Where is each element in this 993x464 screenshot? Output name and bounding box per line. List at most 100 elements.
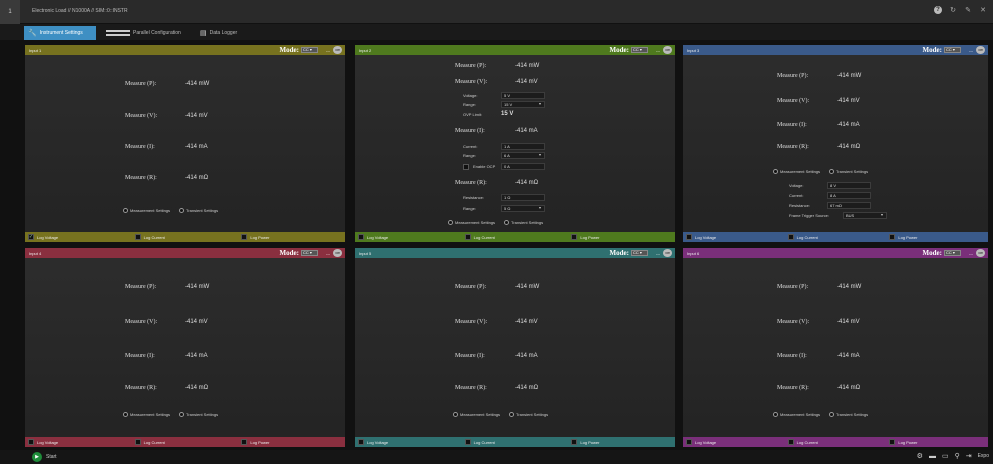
log-power-checkbox[interactable]: Log Power [238, 232, 345, 242]
checkbox-box [571, 234, 578, 240]
mode-select[interactable]: CC ▾ [301, 250, 318, 256]
setting-input[interactable]: 1 A [501, 143, 545, 150]
setting-row: Range: 5 Ω [463, 205, 545, 212]
power-toggle-button[interactable]: Off [976, 249, 985, 257]
setting-input[interactable]: 5 V [501, 92, 545, 99]
measurement-settings-radio[interactable]: Measurement Settings [123, 208, 170, 213]
help-icon[interactable]: ? [934, 6, 942, 14]
close-icon[interactable]: ✕ [979, 6, 987, 14]
log-label: Log Voltage [367, 234, 389, 240]
pin-icon[interactable]: ⚲ [955, 452, 960, 460]
log-power-checkbox[interactable]: Log Power [886, 232, 988, 242]
mode-select[interactable]: CC ▾ [944, 250, 961, 256]
log-voltage-checkbox[interactable]: Log Voltage [355, 437, 462, 447]
log-voltage-checkbox[interactable]: Log Voltage [25, 437, 132, 447]
checkbox-box [464, 439, 471, 445]
measurement-settings-radio[interactable]: Measurement Settings [453, 412, 500, 417]
open-folder-icon[interactable]: ▭ [942, 452, 949, 460]
export-label[interactable]: Expo [978, 453, 989, 459]
measurement-settings-radio[interactable]: Measurement Settings [773, 412, 820, 417]
log-power-checkbox[interactable]: Log Power [886, 437, 988, 447]
measure-label: Measure (I): [777, 353, 807, 359]
setting-label: Range: [463, 153, 476, 158]
tab-instrument-settings[interactable]: 🔧 Instrument Settings [24, 26, 96, 40]
measure-row: Measure (V): -414 mV [455, 319, 538, 325]
transient-settings-radio[interactable]: Transient Settings [504, 220, 543, 225]
measure-value: -414 mV [185, 319, 208, 325]
measure-label: Measure (R): [455, 385, 487, 391]
transient-settings-radio[interactable]: Transient Settings [179, 208, 218, 213]
radio-label: Transient Settings [836, 412, 869, 417]
save-icon[interactable]: ▬ [929, 453, 936, 460]
mode-select[interactable]: CC ▾ [301, 47, 318, 53]
panel-title: Input 2 [359, 47, 372, 53]
setting-row: Enable OCP 0 A [463, 163, 545, 170]
radio-label: Transient Settings [511, 220, 544, 225]
measure-row: Measure (I): -414 mA [125, 144, 208, 150]
measure-label: Measure (P): [777, 73, 809, 79]
power-toggle-button[interactable]: Off [976, 46, 985, 54]
measure-value: -414 mΩ [837, 144, 861, 150]
range-select[interactable]: 5 Ω [501, 205, 545, 212]
edit-icon[interactable]: ✎ [964, 6, 972, 14]
setting-input[interactable]: 8 V [827, 182, 871, 189]
transient-settings-radio[interactable]: Transient Settings [829, 412, 868, 417]
log-current-checkbox[interactable]: Log Current [785, 437, 887, 447]
log-current-checkbox[interactable]: Log Current [132, 232, 239, 242]
cable-icon [106, 30, 130, 36]
measure-row: Measure (V): -414 mV [455, 79, 538, 85]
log-voltage-checkbox[interactable]: Log Voltage [683, 437, 785, 447]
measurement-settings-radio[interactable]: Measurement Settings [773, 169, 820, 174]
log-current-checkbox[interactable]: Log Current [462, 437, 569, 447]
radio-dot [773, 169, 778, 174]
log-power-checkbox[interactable]: Log Power [568, 437, 675, 447]
mode-dash: --- [326, 250, 330, 256]
log-voltage-checkbox[interactable]: Log Voltage [355, 232, 462, 242]
setting-row: Current: 8 A [789, 192, 871, 199]
range-select[interactable]: 6 A [501, 152, 545, 159]
panel-title: Input 5 [359, 250, 372, 256]
measure-row: Measure (I): -414 mA [777, 353, 860, 359]
setting-input[interactable]: 1 Ω [501, 194, 545, 201]
checkbox-box [787, 439, 794, 445]
power-toggle-button[interactable]: Off [663, 249, 672, 257]
setting-input[interactable]: 0 A [501, 163, 545, 170]
tab-parallel-configuration[interactable]: Parallel Configuration [102, 26, 192, 40]
log-current-checkbox[interactable]: Log Current [785, 232, 887, 242]
transient-settings-radio[interactable]: Transient Settings [179, 412, 218, 417]
panel-title: Input 6 [687, 250, 700, 256]
log-voltage-checkbox[interactable]: Log Voltage [683, 232, 785, 242]
settings-icon[interactable]: ⚙ [917, 452, 923, 460]
mode-select[interactable]: CC ▾ [631, 250, 648, 256]
measure-label: Measure (V): [125, 319, 158, 325]
transient-settings-radio[interactable]: Transient Settings [829, 169, 868, 174]
measurement-settings-radio[interactable]: Measurement Settings [448, 220, 495, 225]
mode-select[interactable]: CC ▾ [631, 47, 648, 53]
tab-data-logger[interactable]: ▤ Data Logger [196, 26, 256, 40]
log-current-checkbox[interactable]: Log Current [462, 232, 569, 242]
setting-input[interactable]: 67 mΩ [827, 202, 871, 209]
power-toggle-button[interactable]: Off [333, 249, 342, 257]
measure-label: Measure (R): [777, 144, 809, 150]
log-power-checkbox[interactable]: Log Power [568, 232, 675, 242]
measurement-settings-radio[interactable]: Measurement Settings [123, 412, 170, 417]
range-select[interactable]: 15 V [501, 101, 545, 108]
refresh-icon[interactable]: ↻ [949, 6, 957, 14]
measure-label: Measure (I): [777, 122, 807, 128]
radio-label: Measurement Settings [455, 220, 496, 225]
transient-settings-radio[interactable]: Transient Settings [509, 412, 548, 417]
setting-input[interactable]: 8 A [827, 192, 871, 199]
mode-select[interactable]: CC ▾ [944, 47, 961, 53]
measure-value: -414 mW [837, 73, 862, 79]
range-select[interactable]: BUS [843, 212, 887, 219]
ocp-checkbox[interactable] [463, 163, 469, 170]
log-voltage-checkbox[interactable]: ✓ Log Voltage [25, 232, 132, 242]
log-label: Log Power [580, 234, 600, 240]
power-toggle-button[interactable]: Off [333, 46, 342, 54]
power-toggle-button[interactable]: Off [663, 46, 672, 54]
log-power-checkbox[interactable]: Log Power [238, 437, 345, 447]
setting-label: Resistance: [789, 203, 810, 208]
export-icon[interactable]: ⇥ [966, 452, 972, 460]
start-button[interactable]: ▶ [32, 452, 42, 462]
log-current-checkbox[interactable]: Log Current [132, 437, 239, 447]
